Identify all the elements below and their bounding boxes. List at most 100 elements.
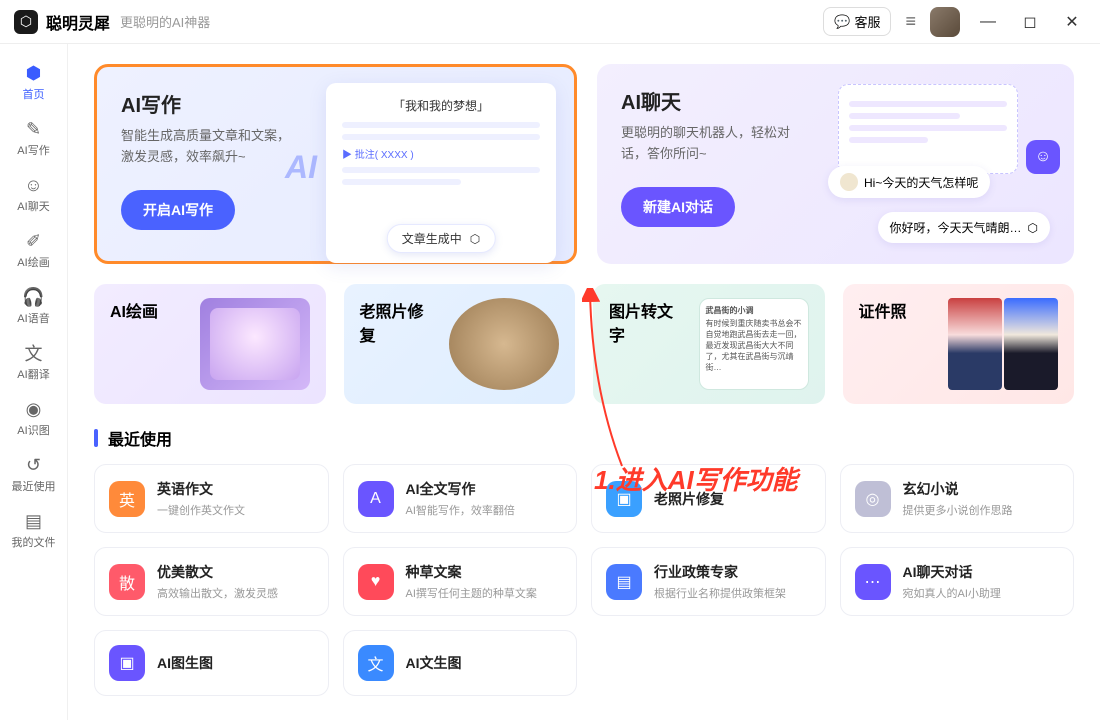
sidebar-label: AI聊天 <box>17 198 49 214</box>
tile-photo-restore[interactable]: 老照片修复 <box>344 284 576 404</box>
recent-card-8[interactable]: ▣ AI图生图 <box>94 630 329 696</box>
sidebar-icon: ☺ <box>23 174 45 196</box>
sidebar-label: AI绘画 <box>17 254 49 270</box>
hex-icon: ⬡ <box>1028 221 1038 235</box>
sidebar-item-2[interactable]: ☺ AI聊天 <box>4 168 64 220</box>
card-icon: ⋯ <box>855 564 891 600</box>
sidebar-icon: 🎧 <box>23 286 45 308</box>
titlebar: ⬡ 聪明灵犀 更聪明的AI神器 💬 客服 ≡ — ◻ ✕ <box>0 0 1100 44</box>
sidebar-label: AI翻译 <box>17 366 49 382</box>
tile-title: 证件照 <box>859 298 907 390</box>
doc-status-text: 文章生成中 <box>402 230 462 247</box>
chat-fab-icon: ☺ <box>1026 140 1060 174</box>
chat-bubble-user: Hi~今天的天气怎样呢 <box>828 166 990 198</box>
recent-card-7[interactable]: ⋯ AI聊天对话宛如真人的AI小助理 <box>840 547 1075 616</box>
recent-heading: 最近使用 <box>94 426 1074 450</box>
sidebar-icon: ✐ <box>23 230 45 252</box>
card-title: AI聊天对话 <box>903 562 1001 582</box>
card-title: 种草文案 <box>406 562 537 582</box>
card-subtitle: 宛如真人的AI小助理 <box>903 585 1001 601</box>
minimize-button[interactable]: — <box>974 13 1002 31</box>
card-title: AI图生图 <box>157 653 213 673</box>
recent-card-2[interactable]: ▣ 老照片修复 <box>591 464 826 533</box>
card-icon: 英 <box>109 481 145 517</box>
recent-card-4[interactable]: 散优美散文高效输出散文，激发灵感 <box>94 547 329 616</box>
sidebar-label: 最近使用 <box>12 478 56 494</box>
hero-ai-chat[interactable]: AI聊天 更聪明的聊天机器人，轻松对话，答你所问~ 新建AI对话 ☺ Hi~今天… <box>597 64 1074 264</box>
sidebar-item-7[interactable]: ↺最近使用 <box>4 448 64 500</box>
recent-card-6[interactable]: ▤行业政策专家根据行业名称提供政策框架 <box>591 547 826 616</box>
chat-preview: ☺ Hi~今天的天气怎样呢 你好呀，今天天气晴朗… ⬡ <box>828 84 1058 264</box>
support-label: 客服 <box>854 12 880 31</box>
hero-write-title: AI写作 <box>121 89 321 118</box>
hero-ai-writing[interactable]: AI写作 智能生成高质量文章和文案，激发灵感，效率飙升~ 开启AI写作 AI 「… <box>94 64 577 264</box>
sidebar-icon: ✎ <box>23 118 45 140</box>
sidebar-item-8[interactable]: ▤我的文件 <box>4 504 64 556</box>
card-title: 英语作文 <box>157 479 245 499</box>
recent-card-0[interactable]: 英英语作文一键创作英文作文 <box>94 464 329 533</box>
recent-card-1[interactable]: AAI全文写作AI智能写作，效率翻倍 <box>343 464 578 533</box>
sidebar-item-0[interactable]: ⬢ 首页 <box>4 56 64 108</box>
hex-icon: ⬡ <box>470 232 480 246</box>
close-button[interactable]: ✕ <box>1058 12 1086 32</box>
doc-annotation-label: ▶ 批注( XXXX ) <box>342 146 540 161</box>
sidebar-label: AI语音 <box>17 310 49 326</box>
user-avatar[interactable] <box>930 7 960 37</box>
start-ai-writing-button[interactable]: 开启AI写作 <box>121 190 235 230</box>
sidebar-item-6[interactable]: ◉ AI识图 <box>4 392 64 444</box>
recent-title: 最近使用 <box>108 426 172 450</box>
card-icon: ◎ <box>855 481 891 517</box>
card-title: 老照片修复 <box>654 489 724 509</box>
doc-status-pill: 文章生成中 ⬡ <box>387 224 496 253</box>
tile-doc-image: 武昌街的小调 有时候到重庆随卖书总会不自觉地跑武昌街去走一回，最近发现武昌街大大… <box>699 298 809 390</box>
card-icon: A <box>358 481 394 517</box>
app-logo-icon: ⬡ <box>14 10 38 34</box>
new-ai-chat-button[interactable]: 新建AI对话 <box>621 187 735 227</box>
app-name: 聪明灵犀 <box>46 10 110 34</box>
sidebar-item-3[interactable]: ✐ AI绘画 <box>4 224 64 276</box>
tile-ocr[interactable]: 图片转文字 武昌街的小调 有时候到重庆随卖书总会不自觉地跑武昌街去走一回，最近发… <box>593 284 825 404</box>
card-icon: ▣ <box>109 645 145 681</box>
chat-icon: 💬 <box>834 14 850 30</box>
card-icon: 散 <box>109 564 145 600</box>
hero-write-desc: 智能生成高质量文章和文案，激发灵感，效率飙升~ <box>121 126 296 168</box>
tile-painting-image <box>200 298 310 390</box>
sidebar-label: AI识图 <box>17 422 49 438</box>
recent-grid: 英英语作文一键创作英文作文AAI全文写作AI智能写作，效率翻倍▣老照片修复◎玄幻… <box>94 464 1074 696</box>
recent-card-3[interactable]: ◎玄幻小说提供更多小说创作思路 <box>840 464 1075 533</box>
support-button[interactable]: 💬 客服 <box>823 7 891 36</box>
sidebar-icon: ◉ <box>23 398 45 420</box>
card-icon: ▣ <box>606 481 642 517</box>
sidebar-icon: ▤ <box>23 510 45 532</box>
sidebar-icon: 文 <box>23 342 45 364</box>
card-title: 行业政策专家 <box>654 562 786 582</box>
card-icon: 文 <box>358 645 394 681</box>
card-title: AI全文写作 <box>406 479 515 499</box>
doc-preview-title: 「我和我的梦想」 <box>342 97 540 114</box>
main-content: AI写作 智能生成高质量文章和文案，激发灵感，效率飙升~ 开启AI写作 AI 「… <box>68 44 1100 720</box>
sidebar-item-1[interactable]: ✎ AI写作 <box>4 112 64 164</box>
tile-ai-painting[interactable]: AI绘画 <box>94 284 326 404</box>
sidebar-item-5[interactable]: 文 AI翻译 <box>4 336 64 388</box>
sidebar-label: 首页 <box>23 86 45 102</box>
tile-id-photo[interactable]: 证件照 <box>843 284 1075 404</box>
doc-preview: 「我和我的梦想」 ▶ 批注( XXXX ) 文章生成中 ⬡ <box>326 83 556 263</box>
sidebar-icon: ⬢ <box>23 62 45 84</box>
hero-chat-title: AI聊天 <box>621 86 821 115</box>
recent-card-9[interactable]: 文 AI文生图 <box>343 630 578 696</box>
card-subtitle: 提供更多小说创作思路 <box>903 502 1013 518</box>
sidebar-label: AI写作 <box>17 142 49 158</box>
tile-title: 老照片修复 <box>360 298 438 390</box>
ai-badge: AI <box>285 149 317 186</box>
card-title: 优美散文 <box>157 562 278 582</box>
tile-id-image <box>948 298 1058 390</box>
card-subtitle: 根据行业名称提供政策框架 <box>654 585 786 601</box>
hero-chat-desc: 更聪明的聊天机器人，轻松对话，答你所问~ <box>621 123 796 165</box>
sidebar-item-4[interactable]: 🎧 AI语音 <box>4 280 64 332</box>
maximize-button[interactable]: ◻ <box>1016 12 1044 32</box>
card-subtitle: AI撰写任何主题的种草文案 <box>406 585 537 601</box>
tile-photo-image <box>449 298 559 390</box>
menu-icon[interactable]: ≡ <box>905 11 916 32</box>
recent-card-5[interactable]: ♥种草文案AI撰写任何主题的种草文案 <box>343 547 578 616</box>
card-title: AI文生图 <box>406 653 462 673</box>
